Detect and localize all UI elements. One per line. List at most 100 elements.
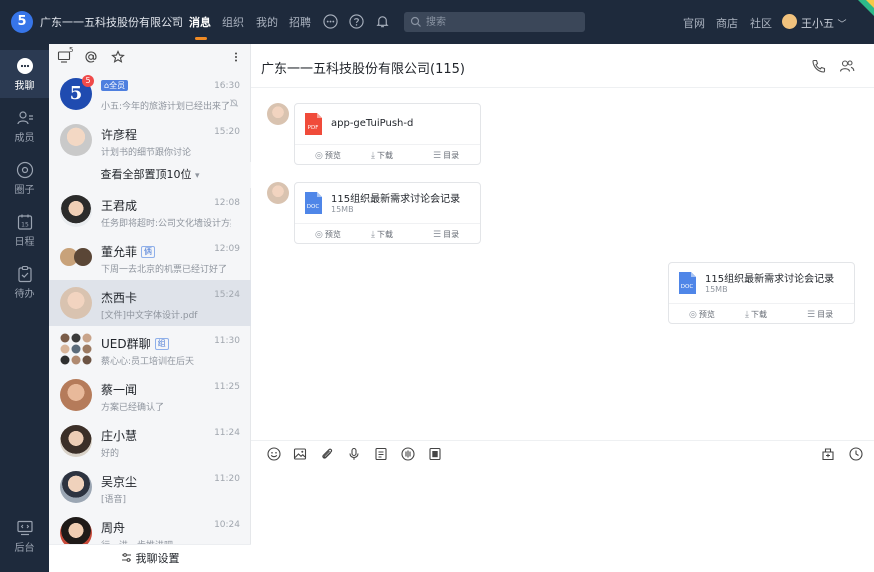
preview-button[interactable]: ◎ 预览 xyxy=(689,309,715,320)
caret-down-icon: ▾ xyxy=(194,171,200,181)
bell-icon[interactable] xyxy=(375,14,390,29)
rail-label: 日程 xyxy=(14,237,35,248)
rail-item-circle[interactable]: 圈子 xyxy=(0,154,49,202)
file-actions: ◎ 预览 ⤓ 下载 ☰ 目录 xyxy=(295,144,480,164)
download-button[interactable]: ⤓ 下载 xyxy=(371,150,393,161)
group-avatars-icon xyxy=(60,333,92,365)
file-message-card-own[interactable]: DOC 115组织最新需求讨论会记录 15MB ◎ 预览 ⤓ 下载 ☰ 目录 xyxy=(668,262,855,324)
avatar xyxy=(60,124,92,156)
link-community[interactable]: 社区 xyxy=(750,15,772,31)
sender-avatar[interactable] xyxy=(267,182,289,204)
list-item[interactable]: 吴京尘 11:20 [语音] xyxy=(49,464,251,510)
catalog-button[interactable]: ☰ 目录 xyxy=(433,150,459,161)
download-button[interactable]: ⤓ 下载 xyxy=(371,229,393,240)
phone-icon[interactable] xyxy=(811,58,827,74)
list-item[interactable]: 5 5 ⌂全员 16:30 小五:今年的旅游计划已经出来了 xyxy=(49,71,251,117)
more-icon[interactable] xyxy=(323,14,338,29)
members-icon xyxy=(16,111,33,125)
note-icon[interactable] xyxy=(374,447,388,461)
voice-call-icon[interactable] xyxy=(401,447,415,461)
convo-time: 11:30 xyxy=(214,336,240,346)
settings-sliders-icon xyxy=(121,553,131,562)
list-item[interactable]: 蔡一闻 11:25 方案已经确认了 xyxy=(49,372,251,418)
show-all-pinned-button[interactable]: 查看全部置顶10位 ▾ xyxy=(49,162,251,188)
search-box[interactable] xyxy=(404,12,585,32)
nav-messages[interactable]: 消息 xyxy=(189,14,211,30)
download-button[interactable]: ⤓ 下载 xyxy=(745,309,767,320)
doc-file-icon: DOC xyxy=(679,272,696,294)
eye-icon: ◎ xyxy=(315,151,323,161)
preview-button[interactable]: ◎ 预览 xyxy=(315,229,341,240)
attachment-icon[interactable] xyxy=(320,447,334,461)
corner-ribbon-accent xyxy=(866,0,874,8)
chevron-down-icon[interactable]: ﹀ xyxy=(170,13,180,28)
list-item-active[interactable]: 杰西卡 15:24 [文件]中文字体设计.pdf xyxy=(49,280,251,326)
convo-preview: 任务即将超时:公司文化墙设计方案 xyxy=(101,219,231,229)
list-item[interactable]: UED群聊组 11:30 蔡心心:员工培训在后天 xyxy=(49,326,251,372)
rail-item-admin[interactable]: 后台 xyxy=(0,512,49,560)
convo-preview: 方案已经确认了 xyxy=(101,403,165,413)
monitor-code-icon xyxy=(16,520,33,536)
app-logo[interactable]: 5 xyxy=(11,11,33,33)
rail-label: 待办 xyxy=(14,289,35,300)
convo-time: 10:24 xyxy=(214,520,240,530)
sender-avatar[interactable] xyxy=(267,103,289,125)
avatar xyxy=(60,425,92,457)
convo-preview: 下周一去北京的机票已经订好了 xyxy=(101,265,228,275)
clipboard-icon xyxy=(17,265,32,283)
rail-item-todo[interactable]: 待办 xyxy=(0,258,49,306)
convo-name: 王君成 xyxy=(101,199,138,213)
catalog-button[interactable]: ☰ 目录 xyxy=(807,309,833,320)
mention-icon[interactable] xyxy=(84,50,98,64)
catalog-button[interactable]: ☰ 目录 xyxy=(433,229,459,240)
mute-icon xyxy=(229,99,239,107)
svg-text:DOC: DOC xyxy=(681,284,694,290)
preview-button[interactable]: ◎ 预览 xyxy=(315,150,341,161)
convo-preview: 小五:今年的旅游计划已经出来了 xyxy=(101,102,231,112)
group-members-icon[interactable] xyxy=(839,58,855,74)
convo-name: 许彦程 xyxy=(101,128,138,142)
eye-icon: ◎ xyxy=(315,230,323,240)
list-item[interactable]: 庄小慧 11:24 好的 xyxy=(49,418,251,464)
active-nav-indicator xyxy=(195,37,207,40)
rail-item-members[interactable]: 成员 xyxy=(0,102,49,150)
file-message-card[interactable]: DOC 115组织最新需求讨论会记录 15MB ◎ 预览 ⤓ 下载 ☰ 目录 xyxy=(294,182,481,244)
eye-icon: ◎ xyxy=(689,310,697,320)
more-vertical-icon[interactable] xyxy=(229,50,243,64)
link-official-site[interactable]: 官网 xyxy=(683,15,705,31)
chat-settings-button[interactable]: 我聊设置 xyxy=(49,544,251,572)
org-switcher[interactable]: 广东一一五科技股份有限公司 xyxy=(40,14,183,30)
convo-time: 15:24 xyxy=(214,290,240,300)
file-name: 115组织最新需求讨论会记录 xyxy=(331,194,461,205)
nav-mine[interactable]: 我的 xyxy=(256,14,278,30)
emoji-icon[interactable] xyxy=(267,447,281,461)
star-icon[interactable] xyxy=(111,50,125,64)
nav-organization[interactable]: 组织 xyxy=(222,14,244,30)
file-size: 15MB xyxy=(331,205,354,214)
circle-icon xyxy=(16,161,33,179)
convo-time: 12:09 xyxy=(214,244,240,254)
search-input[interactable] xyxy=(426,14,576,30)
list-item[interactable]: 王君成 12:08 任务即将超时:公司文化墙设计方案 xyxy=(49,188,251,234)
chat-bubble-icon xyxy=(16,58,33,74)
device-count: 5 xyxy=(69,46,74,54)
calendar-day: 15 xyxy=(21,221,29,228)
rail-item-schedule[interactable]: 15 日程 xyxy=(0,206,49,254)
rail-label: 后台 xyxy=(14,543,35,554)
image-icon[interactable] xyxy=(293,447,307,461)
link-store[interactable]: 商店 xyxy=(716,15,738,31)
microphone-icon[interactable] xyxy=(347,447,361,461)
user-avatar[interactable] xyxy=(782,14,797,29)
list-item[interactable]: 董允菲俩 12:09 下周一去北京的机票已经订好了 xyxy=(49,234,251,280)
calendar-note-icon[interactable] xyxy=(428,447,442,461)
user-name[interactable]: 王小五 ﹀ xyxy=(801,15,847,31)
convo-preview: 好的 xyxy=(101,449,120,459)
nav-recruit[interactable]: 招聘 xyxy=(289,14,311,30)
help-icon[interactable] xyxy=(349,14,364,29)
screenshot-icon[interactable] xyxy=(821,447,835,461)
history-clock-icon[interactable] xyxy=(849,447,863,461)
file-message-card[interactable]: PDF app-geTuiPush-d ◎ 预览 ⤓ 下载 ☰ 目录 xyxy=(294,103,481,165)
chat-title: 广东一一五科技股份有限公司(115) xyxy=(261,62,465,77)
list-item[interactable]: 许彦程 15:20 计划书的细节跟你讨论 xyxy=(49,117,251,163)
rail-item-chat[interactable]: 我聊 xyxy=(0,50,49,98)
